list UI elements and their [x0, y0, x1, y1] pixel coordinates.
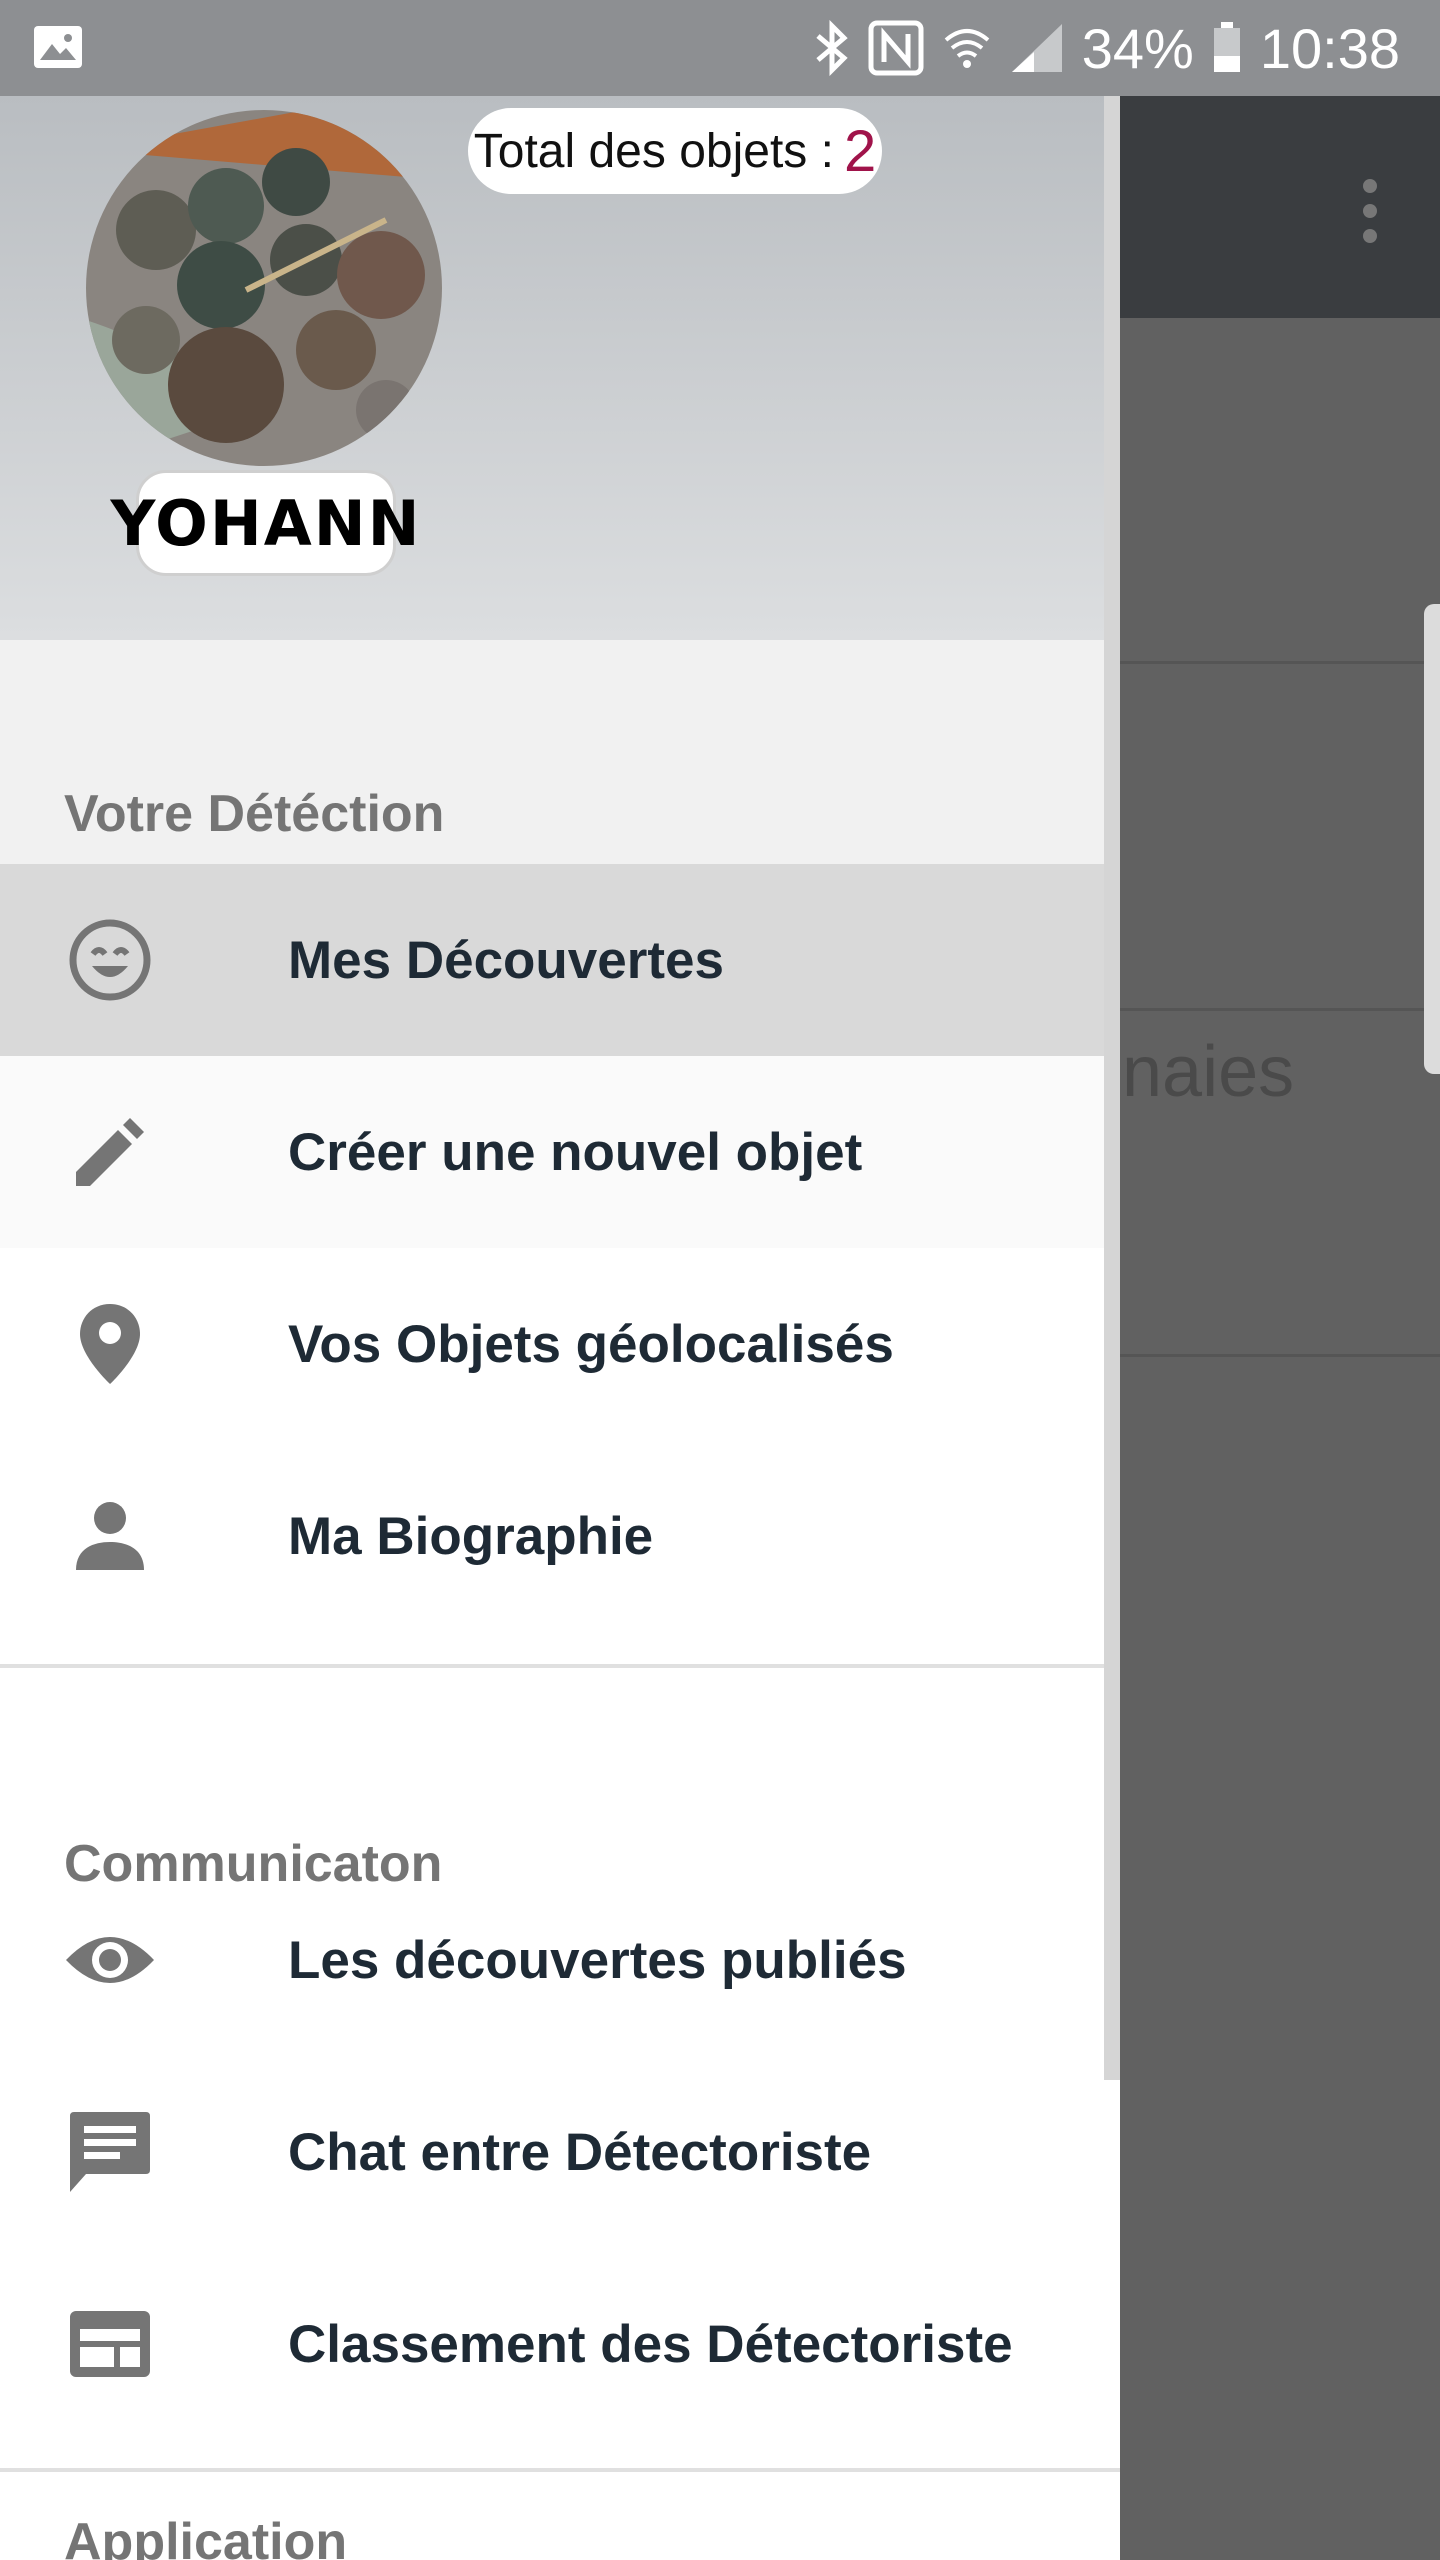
- background-divider: [1120, 1354, 1440, 1357]
- section-header-communication: Communicaton: [0, 1668, 1120, 1893]
- user-name: YOHANN: [110, 486, 422, 560]
- section-title: Votre Détéction: [64, 785, 445, 843]
- user-name-badge: YOHANN: [110, 470, 420, 576]
- coins-photo: [86, 110, 442, 466]
- avatar[interactable]: [86, 110, 442, 466]
- section-header-detection: Votre Détéction: [0, 640, 1120, 864]
- nfc-icon: [868, 20, 924, 76]
- location-pin-icon: [62, 1296, 158, 1392]
- background-scroll-handle: [1424, 604, 1440, 1074]
- status-bar: 34% 10:38: [0, 0, 1440, 96]
- total-objects-count: 2: [843, 118, 877, 184]
- menu-item-label: Classement des Détectoriste: [288, 2314, 1013, 2374]
- status-icons: 34% 10:38: [814, 0, 1400, 96]
- gallery-icon: [34, 26, 82, 68]
- menu-item-ma-biographie[interactable]: Ma Biographie: [0, 1440, 1120, 1632]
- signal-icon: [1011, 24, 1062, 72]
- menu-item-decouvertes-publies[interactable]: Les découvertes publiés: [0, 1864, 1120, 2056]
- web-layout-icon: [62, 2296, 158, 2392]
- person-icon: [62, 1488, 158, 1584]
- chat-icon: [62, 2104, 158, 2200]
- section-title: Application: [64, 2513, 348, 2560]
- drawer-header: YOHANN Total des objets : 2: [0, 96, 1120, 640]
- eye-icon: [62, 1912, 158, 2008]
- bluetooth-icon: [816, 20, 848, 76]
- menu-item-label: Mes Découvertes: [288, 930, 724, 990]
- wifi-icon: [944, 29, 990, 68]
- battery-percent: 34%: [1081, 16, 1194, 80]
- menu-item-label: Vos Objets géolocalisés: [288, 1314, 894, 1374]
- pencil-icon: [62, 1104, 158, 1200]
- menu-item-label: Chat entre Détectoriste: [288, 2122, 872, 2182]
- total-objects-label: Total des objets :: [473, 124, 834, 178]
- background-divider: [1120, 1008, 1440, 1011]
- menu-item-label: Créer une nouvel objet: [288, 1122, 863, 1182]
- drawer-scrollbar[interactable]: [1104, 96, 1120, 2080]
- battery-icon: [1213, 22, 1240, 72]
- section-header-application: Application: [0, 2472, 1120, 2560]
- menu-item-chat[interactable]: Chat entre Détectoriste: [0, 2056, 1120, 2248]
- navigation-drawer: YOHANN Total des objets : 2 Votre Détéct…: [0, 96, 1120, 2560]
- menu-item-classement[interactable]: Classement des Détectoriste: [0, 2248, 1120, 2440]
- total-objects-badge: Total des objets : 2: [468, 108, 882, 194]
- background-divider: [1120, 661, 1440, 664]
- overflow-menu-icon[interactable]: [1360, 176, 1380, 246]
- menu-item-label: Ma Biographie: [288, 1506, 654, 1566]
- menu-item-label: Les découvertes publiés: [288, 1930, 907, 1990]
- smiley-icon: [62, 912, 158, 1008]
- background-partial-text: naies: [1122, 1032, 1295, 1112]
- menu-item-creer-objet[interactable]: Créer une nouvel objet: [0, 1056, 1120, 1248]
- menu-item-mes-decouvertes[interactable]: Mes Découvertes: [0, 864, 1120, 1056]
- clock: 10:38: [1259, 16, 1400, 80]
- menu-item-objets-geolocalises[interactable]: Vos Objets géolocalisés: [0, 1248, 1120, 1440]
